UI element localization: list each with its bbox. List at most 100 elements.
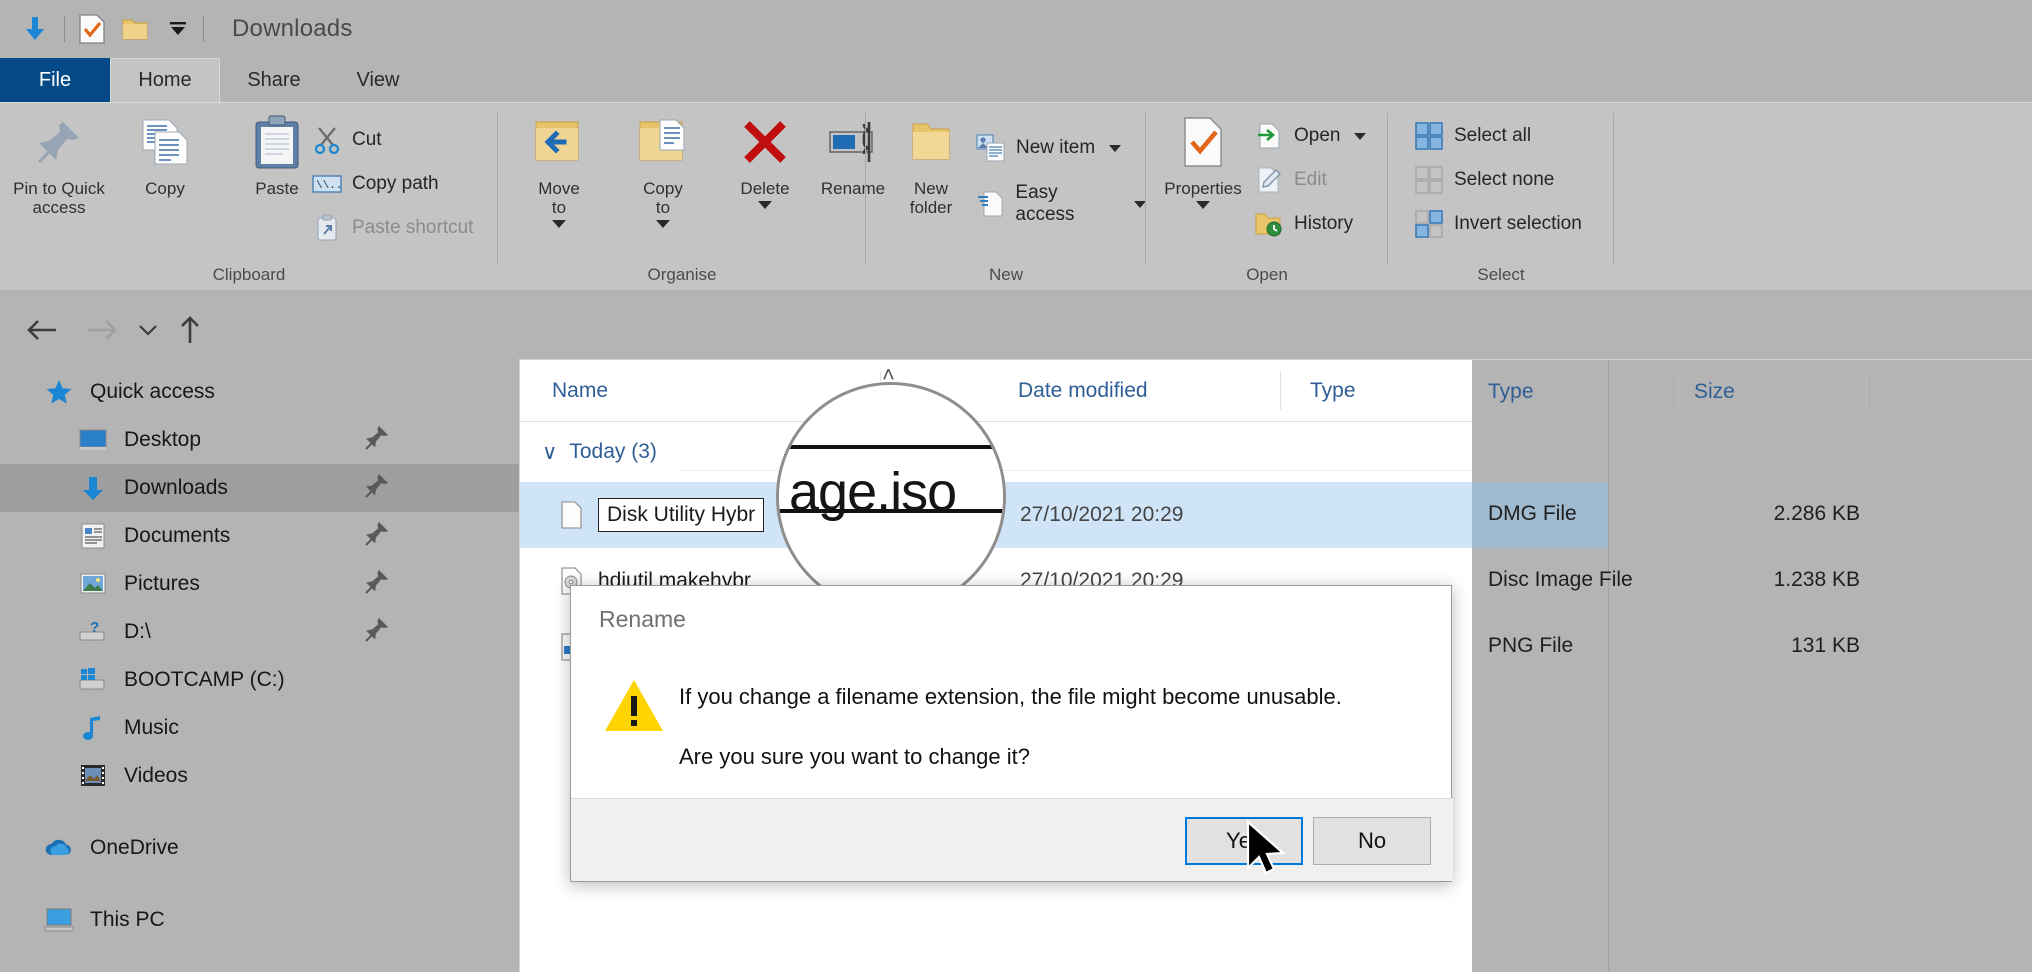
new-folder-icon: [876, 111, 986, 173]
recent-locations-button[interactable]: [128, 308, 168, 352]
sidebar-label: BOOTCAMP (C:): [124, 668, 285, 691]
properties-icon: [1148, 111, 1258, 173]
history-icon: [1254, 209, 1284, 239]
sidebar-item-drive-d[interactable]: ? D:\: [0, 608, 520, 656]
file-name-cell[interactable]: Disk Utility Hybr: [560, 498, 765, 532]
file-size-cell: 2.286 KB: [1773, 502, 1860, 525]
back-button[interactable]: [18, 308, 66, 352]
divider[interactable]: [1678, 372, 1679, 410]
divider: [203, 16, 204, 42]
chevron-down-icon[interactable]: ∨: [542, 440, 557, 465]
new-item-button[interactable]: New item: [976, 129, 1122, 167]
pin-icon[interactable]: [364, 616, 390, 648]
properties-check-icon[interactable]: [79, 14, 105, 44]
tab-share[interactable]: Share: [220, 58, 328, 102]
sidebar-item-desktop[interactable]: Desktop: [0, 416, 520, 464]
scissors-icon: [312, 125, 342, 155]
divider[interactable]: [1280, 372, 1281, 410]
copy-to-button[interactable]: Copy to: [608, 111, 718, 229]
paste-shortcut-button[interactable]: Paste shortcut: [312, 209, 473, 247]
warning-triangle-icon: [603, 678, 665, 739]
sidebar-item-bootcamp-c[interactable]: BOOTCAMP (C:): [0, 656, 520, 704]
copy-path-button[interactable]: \\... Copy path: [312, 165, 439, 203]
column-header-size-overflow[interactable]: Size: [1694, 380, 1735, 404]
edit-button[interactable]: Edit: [1254, 161, 1327, 199]
file-list-overflow-columns: Type Size DMG File 2.286 KB Disc Image F…: [1472, 360, 2032, 972]
column-header-type[interactable]: Type: [1310, 360, 1356, 422]
downloads-icon[interactable]: [20, 14, 50, 44]
cut-button[interactable]: Cut: [312, 121, 382, 159]
music-note-icon: [76, 711, 110, 745]
new-folder-label-line1: New: [913, 179, 948, 198]
invert-selection-button[interactable]: Invert selection: [1414, 205, 1582, 243]
chevron-down-icon[interactable]: [552, 220, 566, 229]
sidebar-label: Downloads: [124, 476, 228, 499]
tab-home[interactable]: Home: [110, 58, 220, 102]
mouse-cursor: [1245, 819, 1291, 887]
sidebar-item-quick-access[interactable]: Quick access: [0, 368, 520, 416]
select-none-label: Select none: [1454, 169, 1555, 190]
dialog-message-line2: Are you sure you want to change it?: [679, 744, 1030, 769]
properties-label: Properties: [1164, 179, 1242, 198]
copy-to-label-line2: to: [655, 198, 671, 218]
ribbon-group-organise: Move to Copy to Delete Rename Organise: [498, 103, 885, 291]
column-header-type-overflow[interactable]: Type: [1488, 380, 1534, 404]
sidebar-label: Pictures: [124, 572, 200, 595]
history-label: History: [1294, 213, 1354, 234]
easy-access-button[interactable]: Easy access: [976, 182, 1146, 225]
column-header-date-modified[interactable]: Date modified: [1018, 360, 1148, 422]
properties-button[interactable]: Properties: [1148, 111, 1258, 210]
new-folder-button[interactable]: New folder: [876, 111, 986, 217]
sidebar-item-downloads[interactable]: Downloads: [0, 464, 520, 512]
select-none-button[interactable]: Select none: [1414, 161, 1554, 199]
tab-view[interactable]: View: [328, 58, 428, 102]
ribbon-group-clipboard: Pin to Quick access Copy Paste Cut \\.. …: [0, 103, 498, 291]
dialog-title: Rename: [599, 606, 686, 632]
chevron-down-icon[interactable]: [1196, 201, 1210, 210]
forward-button[interactable]: [78, 308, 126, 352]
folder-icon[interactable]: [121, 16, 149, 42]
address-bar: › This PC › Downloads Search Dow: [0, 290, 2032, 646]
select-all-button[interactable]: Select all: [1414, 117, 1531, 155]
sidebar-item-documents[interactable]: Documents: [0, 512, 520, 560]
dialog-message-line1: If you change a filename extension, the …: [679, 684, 1342, 709]
move-to-button[interactable]: Move to: [504, 111, 614, 229]
tab-file[interactable]: File: [0, 58, 110, 102]
sidebar-item-pictures[interactable]: Pictures: [0, 560, 520, 608]
no-button[interactable]: No: [1313, 817, 1431, 865]
sidebar-item-videos[interactable]: Videos: [0, 752, 520, 800]
group-header-label: Today (3): [569, 440, 657, 463]
sidebar-label: Documents: [124, 524, 231, 547]
sidebar-item-this-pc[interactable]: This PC: [0, 896, 520, 944]
pin-icon[interactable]: [364, 520, 390, 552]
cut-label: Cut: [352, 129, 382, 150]
open-button[interactable]: Open: [1254, 117, 1367, 155]
sidebar-item-onedrive[interactable]: OneDrive: [0, 824, 520, 872]
easy-access-icon: [976, 189, 1005, 219]
chevron-down-icon[interactable]: [1354, 132, 1367, 140]
pin-to-quick-access-button[interactable]: Pin to Quick access: [4, 111, 114, 217]
group-label-open: Open: [1246, 265, 1288, 284]
customize-dropdown-icon[interactable]: [167, 19, 189, 39]
select-all-label: Select all: [1454, 125, 1532, 146]
chevron-down-icon[interactable]: [1109, 144, 1122, 152]
copy-to-label-line1: Copy: [643, 179, 683, 198]
star-icon: [42, 375, 76, 409]
chevron-down-icon[interactable]: [758, 201, 772, 210]
chevron-down-icon[interactable]: [656, 220, 670, 229]
up-button[interactable]: [166, 308, 214, 352]
pin-icon[interactable]: [364, 424, 390, 456]
file-type-cell: DMG File: [1488, 502, 1577, 525]
pin-icon[interactable]: [364, 472, 390, 504]
pin-icon[interactable]: [364, 568, 390, 600]
select-none-icon: [1414, 165, 1444, 195]
sidebar-label: Music: [124, 716, 179, 739]
sidebar-item-music[interactable]: Music: [0, 704, 520, 752]
column-header-name[interactable]: Name: [552, 360, 608, 422]
copy-button[interactable]: Copy: [110, 111, 220, 198]
paste-shortcut-icon: [312, 213, 342, 243]
copy-icon: [110, 111, 220, 173]
history-button[interactable]: History: [1254, 205, 1353, 243]
rename-textbox[interactable]: Disk Utility Hybr: [598, 498, 765, 532]
divider[interactable]: [1866, 372, 1867, 410]
